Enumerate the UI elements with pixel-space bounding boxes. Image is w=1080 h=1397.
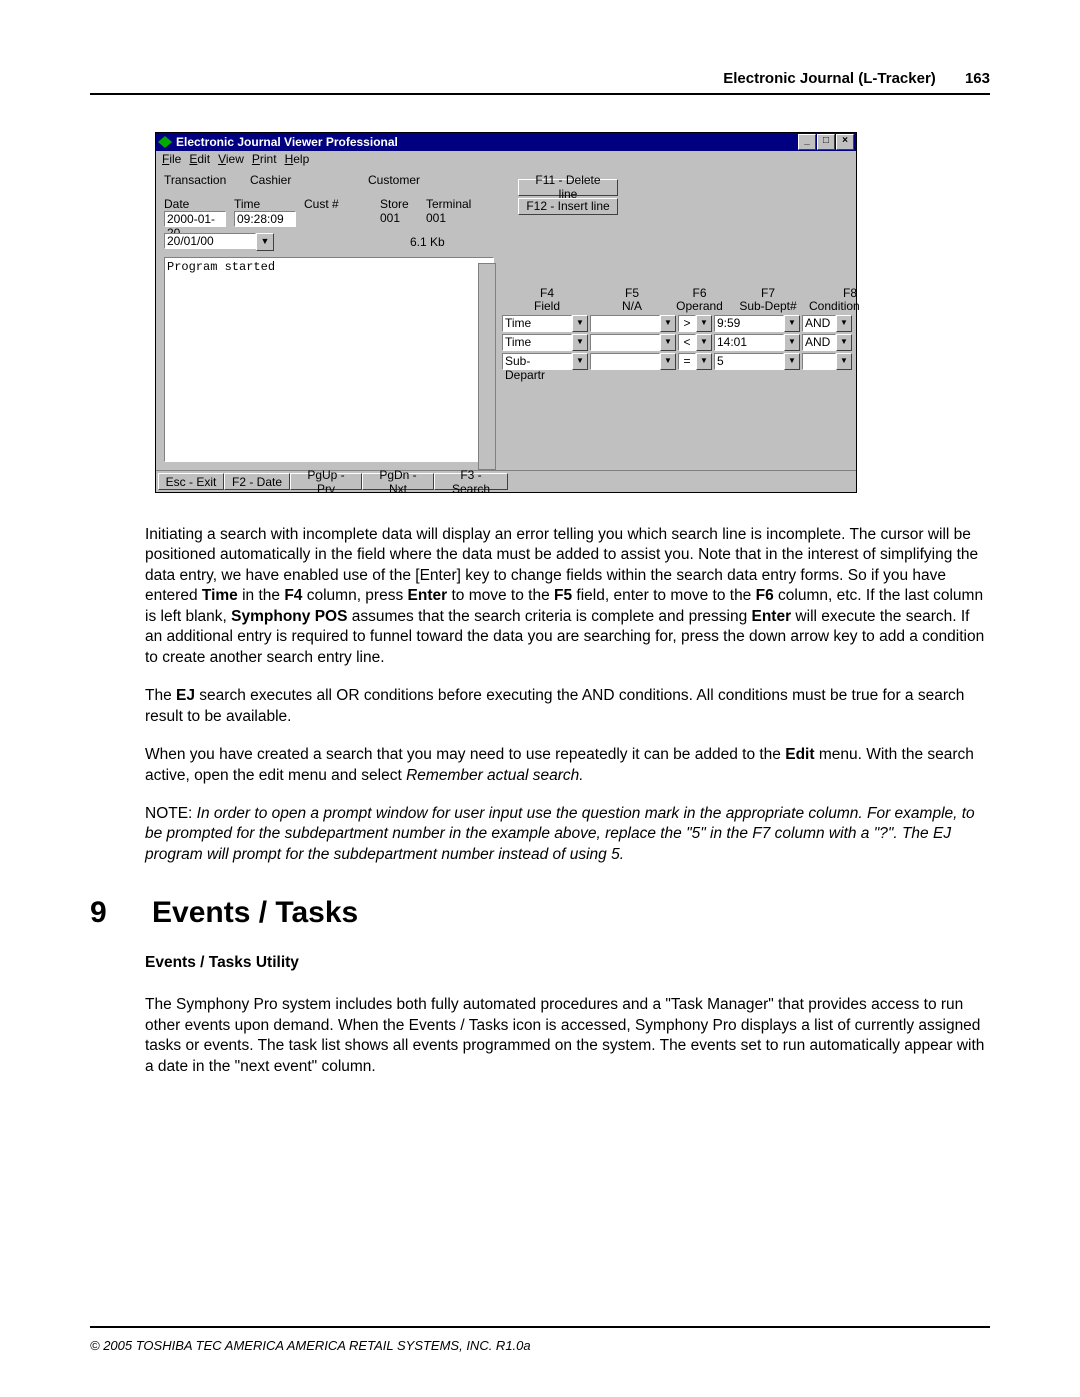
- menubar: File Edit View Print Help: [156, 151, 856, 167]
- dropdown-button[interactable]: ▼: [696, 353, 712, 370]
- col-f6-b: Operand: [676, 299, 723, 313]
- status-f3[interactable]: F3 - Search: [434, 473, 508, 490]
- label-customer: Customer: [368, 173, 458, 187]
- f6-operand[interactable]: >: [678, 315, 696, 332]
- label-transaction: Transaction: [164, 173, 232, 187]
- dropdown-button[interactable]: ▼: [696, 334, 712, 351]
- paragraph-2: The EJ search executes all OR conditions…: [145, 686, 990, 727]
- label-date: Date: [164, 197, 226, 211]
- label-store: Store: [380, 197, 418, 211]
- statusbar: Esc - Exit F2 - Date PgUp - Prv PgDn - N…: [156, 470, 856, 492]
- dropdown-button[interactable]: ▼: [836, 315, 852, 332]
- search-columns-header: F4Field F5N/A F6Operand F7Sub-Dept# F8Co…: [502, 287, 857, 313]
- f6-operand[interactable]: <: [678, 334, 696, 351]
- label-cashier: Cashier: [250, 173, 318, 187]
- titlebar[interactable]: Electronic Journal Viewer Professional _…: [156, 133, 856, 151]
- col-f7-b: Sub-Dept#: [739, 299, 796, 313]
- page-header: Electronic Journal (L-Tracker) 163: [90, 70, 990, 87]
- dropdown-button[interactable]: ▼: [784, 334, 800, 351]
- dropdown-button[interactable]: ▼: [836, 334, 852, 351]
- app-icon: [158, 136, 172, 148]
- f7-value[interactable]: 9:59: [714, 315, 784, 332]
- header-rule: [90, 93, 990, 95]
- subheading: Events / Tasks Utility: [145, 953, 990, 973]
- listing-scrollbar[interactable]: [478, 263, 496, 470]
- f4-field[interactable]: Time: [502, 334, 572, 351]
- section-heading: 9 Events / Tasks: [90, 893, 990, 933]
- label-time: Time: [234, 197, 296, 211]
- dropdown-button[interactable]: ▼: [696, 315, 712, 332]
- insert-line-button[interactable]: F12 - Insert line: [518, 198, 618, 215]
- paragraph-5: The Symphony Pro system includes both fu…: [145, 995, 990, 1077]
- status-pgup[interactable]: PgUp - Prv: [290, 473, 362, 490]
- search-rows: Time▼▼>▼9:59▼AND▼Time▼▼<▼14:01▼AND▼Sub-D…: [502, 315, 857, 370]
- f5-field[interactable]: [590, 353, 660, 370]
- time-field[interactable]: 09:28:09: [234, 211, 296, 227]
- header-page-number: 163: [965, 70, 990, 87]
- dropdown-button[interactable]: ▼: [836, 353, 852, 370]
- f4-field[interactable]: Time: [502, 315, 572, 332]
- dropdown-button[interactable]: ▼: [660, 315, 676, 332]
- f8-condition[interactable]: AND: [802, 334, 836, 351]
- close-button[interactable]: ×: [836, 134, 854, 150]
- dropdown-button[interactable]: ▼: [784, 315, 800, 332]
- file-size: 6.1 Kb: [410, 235, 445, 249]
- f5-field[interactable]: [590, 334, 660, 351]
- f4-field[interactable]: Sub-Departr: [502, 353, 572, 370]
- date-combo[interactable]: 20/01/00: [164, 233, 256, 249]
- col-f4-a: F4: [540, 286, 554, 300]
- f6-operand[interactable]: =: [678, 353, 696, 370]
- maximize-button[interactable]: □: [817, 134, 835, 150]
- delete-line-button[interactable]: F11 - Delete line: [518, 179, 618, 196]
- page-footer: © 2005 TOSHIBA TEC AMERICA AMERICA RETAI…: [90, 1326, 990, 1353]
- paragraph-3: When you have created a search that you …: [145, 745, 990, 786]
- app-window: Electronic Journal Viewer Professional _…: [155, 132, 857, 493]
- col-f8-a: F8: [843, 286, 857, 300]
- menu-file[interactable]: File: [162, 152, 181, 166]
- body-text: Initiating a search with incomplete data…: [145, 525, 990, 1077]
- terminal-value: 001: [426, 211, 474, 227]
- menu-print[interactable]: Print: [252, 152, 277, 166]
- f7-value[interactable]: 14:01: [714, 334, 784, 351]
- date-field[interactable]: 2000-01-20: [164, 211, 226, 227]
- f8-condition[interactable]: AND: [802, 315, 836, 332]
- status-pgdn[interactable]: PgDn - Nxt: [362, 473, 434, 490]
- paragraph-1: Initiating a search with incomplete data…: [145, 525, 990, 668]
- label-cust: Cust #: [304, 197, 362, 211]
- status-esc[interactable]: Esc - Exit: [158, 473, 224, 490]
- status-f2[interactable]: F2 - Date: [224, 473, 290, 490]
- col-f7-a: F7: [761, 286, 775, 300]
- f7-value[interactable]: 5: [714, 353, 784, 370]
- date-combo-button[interactable]: ▼: [256, 233, 274, 251]
- dropdown-button[interactable]: ▼: [784, 353, 800, 370]
- dropdown-button[interactable]: ▼: [660, 334, 676, 351]
- log-listing[interactable]: Program started: [164, 257, 494, 462]
- section-number: 9: [90, 893, 110, 933]
- header-title: Electronic Journal (L-Tracker): [723, 70, 936, 87]
- f5-field[interactable]: [590, 315, 660, 332]
- dropdown-button[interactable]: ▼: [572, 315, 588, 332]
- dropdown-button[interactable]: ▼: [572, 353, 588, 370]
- col-f5-b: N/A: [622, 299, 642, 313]
- minimize-button[interactable]: _: [798, 134, 816, 150]
- store-value: 001: [380, 211, 418, 227]
- search-row: Time▼▼<▼14:01▼AND▼: [502, 334, 857, 351]
- search-row: Sub-Departr▼▼=▼5▼▼: [502, 353, 857, 370]
- dropdown-button[interactable]: ▼: [572, 334, 588, 351]
- window-title: Electronic Journal Viewer Professional: [176, 135, 398, 149]
- label-terminal: Terminal: [426, 197, 474, 211]
- section-title: Events / Tasks: [152, 893, 358, 933]
- col-f6-a: F6: [692, 286, 706, 300]
- search-row: Time▼▼>▼9:59▼AND▼: [502, 315, 857, 332]
- menu-view[interactable]: View: [218, 152, 244, 166]
- dropdown-button[interactable]: ▼: [660, 353, 676, 370]
- col-f5-a: F5: [625, 286, 639, 300]
- col-f8-b: Condition: [809, 299, 860, 313]
- paragraph-note: NOTE: In order to open a prompt window f…: [145, 804, 990, 865]
- menu-help[interactable]: Help: [285, 152, 310, 166]
- f8-condition[interactable]: [802, 353, 836, 370]
- menu-edit[interactable]: Edit: [189, 152, 210, 166]
- col-f4-b: Field: [534, 299, 560, 313]
